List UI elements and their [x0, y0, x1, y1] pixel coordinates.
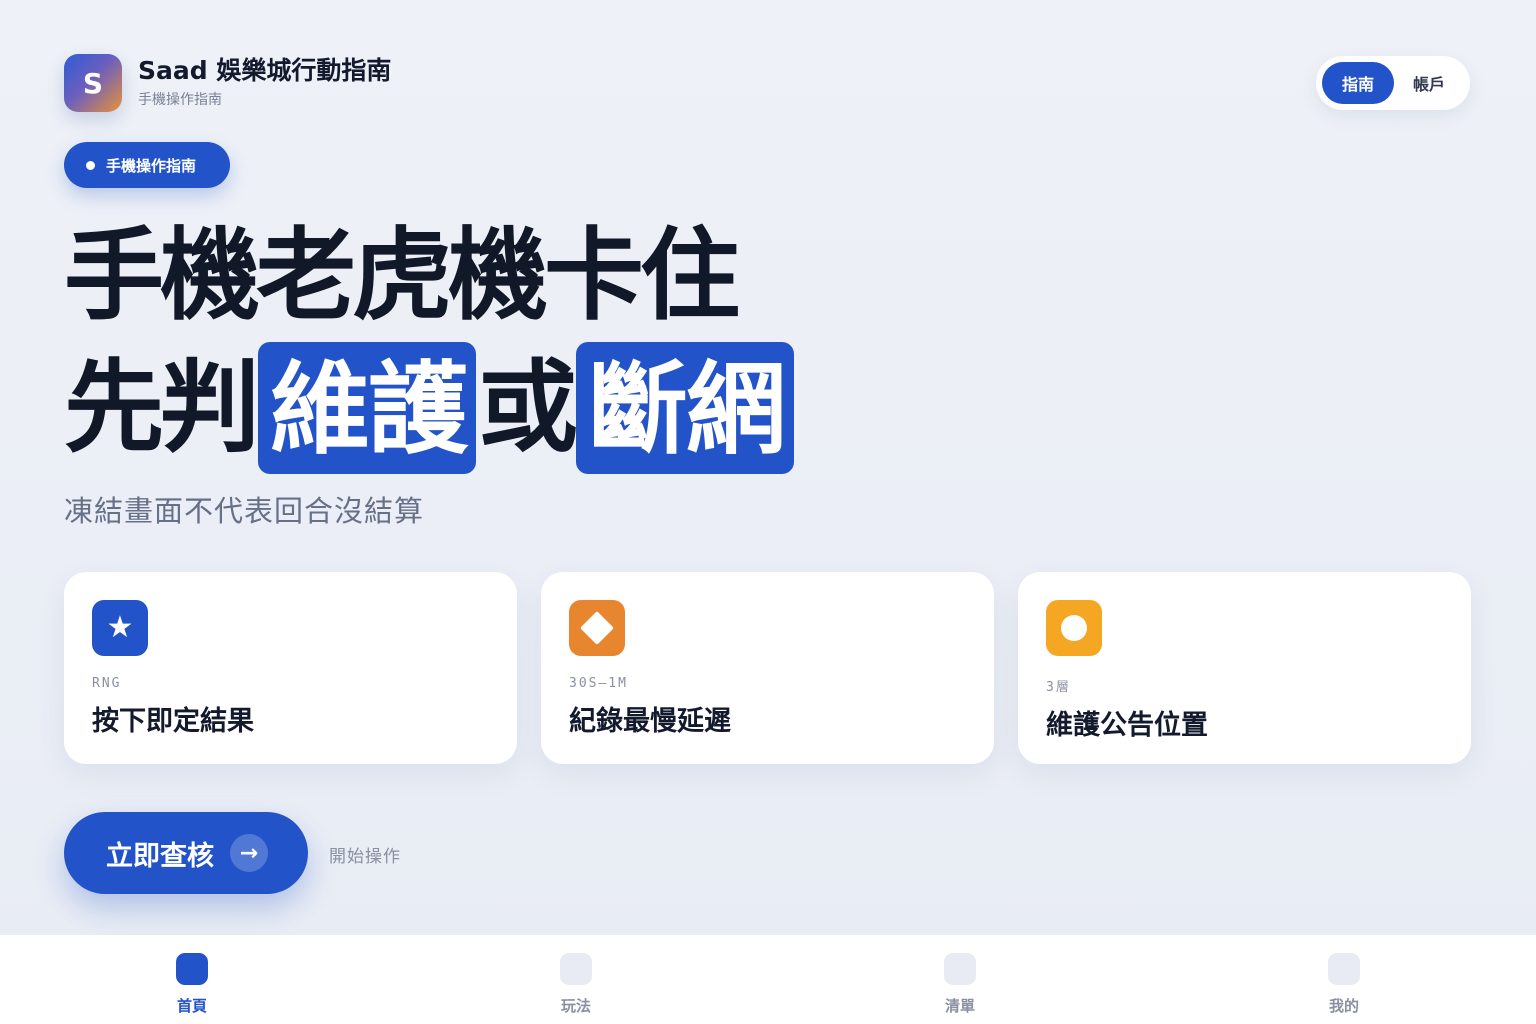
app-subtitle: 手機操作指南 [138, 91, 222, 108]
home-icon [176, 953, 208, 985]
feature-cards: ★ RNG 按下即定結果 30S–1M 紀錄最慢延遲 3層 維護公告位置 [64, 572, 1471, 764]
app-logo: S [64, 54, 122, 112]
feature-card-delay[interactable]: 30S–1M 紀錄最慢延遲 [541, 572, 994, 764]
diamond-icon [580, 611, 614, 645]
cta-label: 立即查核 [106, 840, 214, 872]
toggle-account[interactable]: 帳戶 [1394, 62, 1464, 104]
headline-highlight-maintenance: 維護 [258, 342, 476, 474]
nav-label: 我的 [1328, 997, 1359, 1015]
nav-item-profile[interactable]: 我的 [1152, 935, 1536, 1024]
app-title: Saad 娛樂城行動指南 [138, 56, 392, 86]
cta-hint: 開始操作 [329, 847, 401, 867]
badge-label: 手機操作指南 [106, 156, 197, 175]
headline: 手機老虎機卡住 先判 維護 或 斷網 [64, 220, 796, 478]
nav-label: 玩法 [560, 997, 591, 1015]
brand: S Saad 娛樂城行動指南 手機操作指南 [64, 54, 391, 112]
card-tag: RNG [92, 676, 122, 691]
headline-text: 手機老虎機卡住 [64, 217, 740, 334]
feature-card-maintenance[interactable]: 3層 維護公告位置 [1018, 572, 1471, 764]
nav-label: 清單 [944, 997, 975, 1015]
headline-text: 先判 [64, 349, 260, 466]
hero-subtitle: 凍結畫面不代表回合沒結算 [64, 494, 425, 528]
brand-text: Saad 娛樂城行動指南 手機操作指南 [138, 56, 392, 109]
nav-item-home[interactable]: 首頁 [0, 935, 384, 1024]
feature-card-rng[interactable]: ★ RNG 按下即定結果 [64, 572, 517, 764]
gameplay-icon [560, 953, 592, 985]
card-tag: 3層 [1046, 680, 1071, 695]
headline-line-1: 手機老虎機卡住 [64, 220, 796, 332]
card-icon-tile [1046, 600, 1102, 656]
circle-icon [1061, 615, 1087, 641]
star-icon: ★ [106, 610, 134, 645]
card-title: 維護公告位置 [1046, 710, 1208, 741]
nav-item-gameplay[interactable]: 玩法 [384, 935, 768, 1024]
headline-line-2: 先判 維護 或 斷網 [64, 338, 796, 478]
arrow-right-icon: → [230, 834, 268, 872]
card-title: 按下即定結果 [92, 706, 254, 737]
nav-label: 首頁 [176, 997, 207, 1015]
headline-text: 或 [478, 349, 578, 466]
card-icon-tile [569, 600, 625, 656]
page: S Saad 娛樂城行動指南 手機操作指南 指南 帳戶 手機操作指南 手機老虎機… [0, 0, 1536, 1024]
profile-icon [1328, 953, 1360, 985]
headline-highlight-disconnect: 斷網 [576, 342, 794, 474]
card-icon-tile: ★ [92, 600, 148, 656]
nav-item-list[interactable]: 清單 [768, 935, 1152, 1024]
card-title: 紀錄最慢延遲 [569, 706, 731, 737]
verify-now-button[interactable]: 立即查核 → [64, 812, 308, 894]
dot-icon [86, 160, 95, 170]
card-tag: 30S–1M [569, 676, 628, 691]
toggle-guide[interactable]: 指南 [1322, 62, 1394, 104]
list-icon [944, 953, 976, 985]
mode-toggle: 指南 帳戶 [1316, 56, 1470, 110]
section-badge: 手機操作指南 [64, 142, 230, 188]
bottom-nav: 首頁 玩法 清單 我的 [0, 935, 1536, 1024]
